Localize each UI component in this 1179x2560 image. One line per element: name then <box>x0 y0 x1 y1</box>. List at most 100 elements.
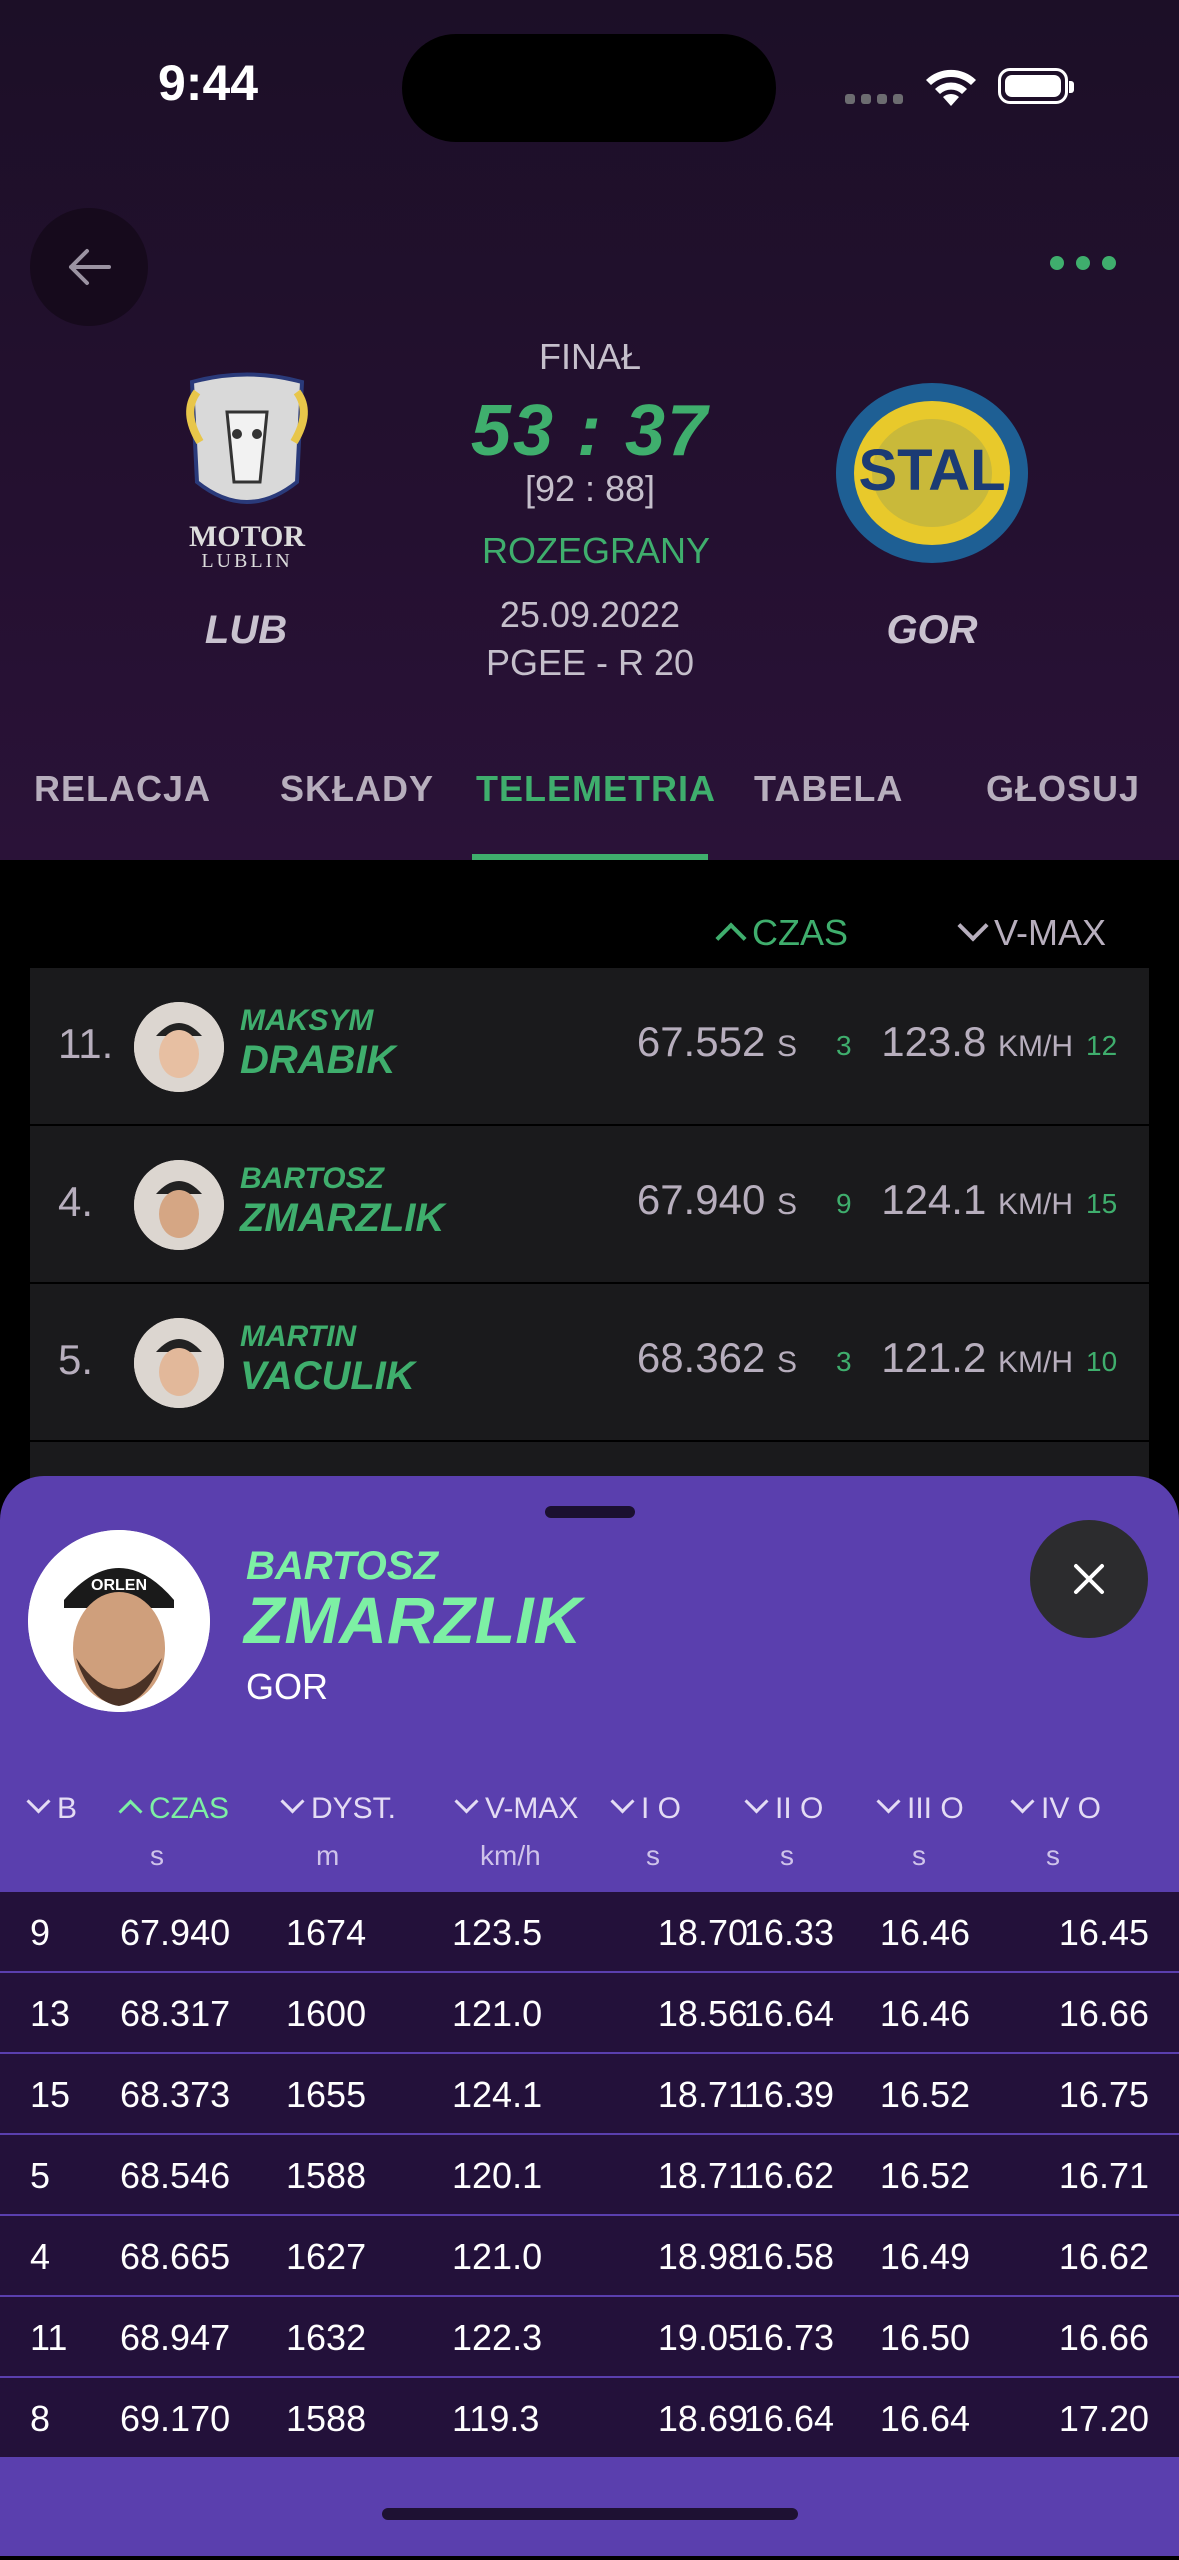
home-logo-subtext: LUBLIN <box>201 550 293 572</box>
chevron-down-icon <box>1010 1789 1035 1814</box>
rider-best-time: 68.362 S <box>636 1334 797 1381</box>
table-cell: 16.52 <box>879 2074 970 2115</box>
table-cell: 1627 <box>286 2236 367 2277</box>
rider-rank: 4. <box>58 1178 94 1225</box>
column-header[interactable]: B <box>26 1789 78 1826</box>
match-points: [92 : 88] <box>524 468 656 509</box>
rider-avatar <box>134 1160 224 1250</box>
table-row[interactable]: 15 68.373 1655 124.1 18.71 16.39 16.52 16.75 <box>0 2054 1179 2135</box>
table-cell: 123.5 <box>452 1912 543 1953</box>
table-row[interactable]: 8 69.170 1588 119.3 18.69 16.64 16.64 17.20 <box>0 2378 1179 2459</box>
table-row[interactable]: 13 68.317 1600 121.0 18.56 16.64 16.46 16.66 <box>0 1973 1179 2054</box>
table-cell: 16.46 <box>879 1912 970 1953</box>
table-cell: 18.71 <box>657 2155 748 2196</box>
sort-vmax-button[interactable]: V-MAX <box>957 910 1106 954</box>
table-cell: 68.665 <box>120 2236 231 2277</box>
home-team-logo: MOTOR LUBLIN <box>172 372 322 572</box>
table-cell: 4 <box>30 2236 51 2277</box>
cellular-signal-icon <box>845 94 905 108</box>
rider-last-name: DRABIK <box>240 1038 396 1082</box>
home-indicator <box>382 2508 798 2520</box>
column-header-label: V-MAX <box>485 1792 579 1825</box>
battery-icon <box>998 68 1074 104</box>
match-stage: FINAŁ <box>538 336 642 377</box>
table-cell: 16.75 <box>1058 2074 1149 2115</box>
rider-max-speed: 124.1 KM/H <box>881 1176 1073 1223</box>
chevron-down-icon <box>26 1789 51 1814</box>
match-round: PGEE - R 20 <box>485 642 695 683</box>
table-cell: 68.947 <box>120 2317 231 2358</box>
tab-glosuj[interactable]: GŁOSUJ <box>986 768 1140 810</box>
table-cell: 5 <box>30 2155 51 2196</box>
table-cell: 16.52 <box>879 2155 970 2196</box>
chevron-down-icon <box>280 1789 305 1814</box>
heats-table: 9 67.940 1674 123.5 18.70 16.33 16.46 16.45 13 68… <box>0 1892 1179 2459</box>
rider-speed-heat: 12 <box>1086 1030 1118 1061</box>
table-cell: 16.64 <box>879 2398 970 2439</box>
column-header-label: I O <box>641 1792 682 1825</box>
table-cell: 15 <box>30 2074 71 2115</box>
sort-czas-button[interactable]: CZAS <box>715 912 848 954</box>
table-cell: 18.69 <box>657 2398 748 2439</box>
rider-first-name: MARTIN <box>240 1320 357 1353</box>
home-logo-text: MOTOR <box>188 520 306 553</box>
rider-row[interactable]: 5. MARTIN VACULIK 68.362 S 3 121.2 KM/H … <box>30 1284 1149 1440</box>
back-button[interactable] <box>30 208 148 326</box>
wifi-icon <box>926 69 976 106</box>
match-date: 25.09.2022 <box>499 594 681 635</box>
table-row[interactable]: 9 67.940 1674 123.5 18.70 16.33 16.46 16.45 <box>0 1892 1179 1973</box>
rider-best-time: 67.940 S <box>636 1176 797 1223</box>
table-cell: 68.373 <box>120 2074 231 2115</box>
rider-photo: ORLEN <box>28 1530 210 1712</box>
column-header[interactable]: IV O <box>1010 1789 1101 1826</box>
rider-row[interactable]: 11. MAKSYM DRABIK 67.552 S 3 123.8 KM/H … <box>30 968 1149 1124</box>
column-header[interactable]: CZAS <box>118 1792 229 1826</box>
column-header-label: B <box>57 1792 78 1825</box>
table-row[interactable]: 11 68.947 1632 122.3 19.05 16.73 16.50 16.66 <box>0 2297 1179 2378</box>
column-header[interactable]: V-MAX <box>454 1789 579 1826</box>
table-cell: 16.73 <box>743 2317 834 2358</box>
table-cell: 122.3 <box>452 2317 543 2358</box>
column-header-label: III O <box>907 1792 964 1825</box>
table-cell: 16.71 <box>1058 2155 1149 2196</box>
rider-row[interactable]: 4. BARTOSZ ZMARZLIK 67.940 S 9 124.1 KM/… <box>30 1126 1149 1282</box>
more-options-icon[interactable] <box>1050 248 1130 278</box>
table-row[interactable]: 4 68.665 1627 121.0 18.98 16.58 16.49 16.62 <box>0 2216 1179 2297</box>
sheet-grabber[interactable] <box>545 1506 635 1518</box>
rider-first-name: BARTOSZ <box>240 1162 384 1195</box>
table-cell: 16.66 <box>1058 2317 1149 2358</box>
chevron-down-icon <box>744 1789 769 1814</box>
tab-relacja[interactable]: RELACJA <box>34 768 211 810</box>
tab-telemetria[interactable]: TELEMETRIA <box>476 768 716 810</box>
table-cell: 18.98 <box>657 2236 748 2277</box>
table-cell: 9 <box>30 1912 51 1953</box>
chevron-down-icon <box>876 1789 901 1814</box>
match-score: 53 : 37 <box>470 391 710 471</box>
column-header[interactable]: DYST. <box>280 1789 396 1826</box>
column-unit: km/h <box>480 1840 541 1871</box>
tab-bar: RELACJA SKŁADY TELEMETRIA TABELA GŁOSUJ <box>0 758 1179 860</box>
column-unit: s <box>646 1840 660 1871</box>
away-team-abbr: GOR <box>886 608 978 652</box>
rider-time-heat: 3 <box>836 1346 852 1377</box>
column-unit: s <box>1046 1840 1060 1871</box>
column-header[interactable]: I O <box>610 1789 682 1826</box>
tab-sklady[interactable]: SKŁADY <box>280 768 434 810</box>
sheet-team: GOR <box>246 1666 329 1707</box>
arrow-left-icon <box>69 249 111 285</box>
rider-detail-sheet: ORLEN BARTOSZ ZMARZLIK GOR B CZAS s DYST. m V… <box>0 1476 1179 2556</box>
cap-logo-text: ORLEN <box>91 1577 147 1594</box>
rider-speed-heat: 15 <box>1086 1188 1118 1219</box>
away-team-logo: STAL <box>832 378 1032 568</box>
rider-max-speed: 123.8 KM/H <box>881 1018 1073 1065</box>
column-header[interactable]: II O <box>744 1789 824 1826</box>
table-cell: 18.71 <box>657 2074 748 2115</box>
table-cell: 16.62 <box>743 2155 834 2196</box>
table-row[interactable]: 5 68.546 1588 120.1 18.71 16.62 16.52 16.71 <box>0 2135 1179 2216</box>
close-button[interactable] <box>1030 1520 1148 1638</box>
column-header-label: II O <box>775 1792 824 1825</box>
column-header[interactable]: III O <box>876 1789 964 1826</box>
rider-rank: 11. <box>58 1020 114 1067</box>
tab-tabela[interactable]: TABELA <box>754 768 903 810</box>
table-cell: 16.50 <box>879 2317 970 2358</box>
